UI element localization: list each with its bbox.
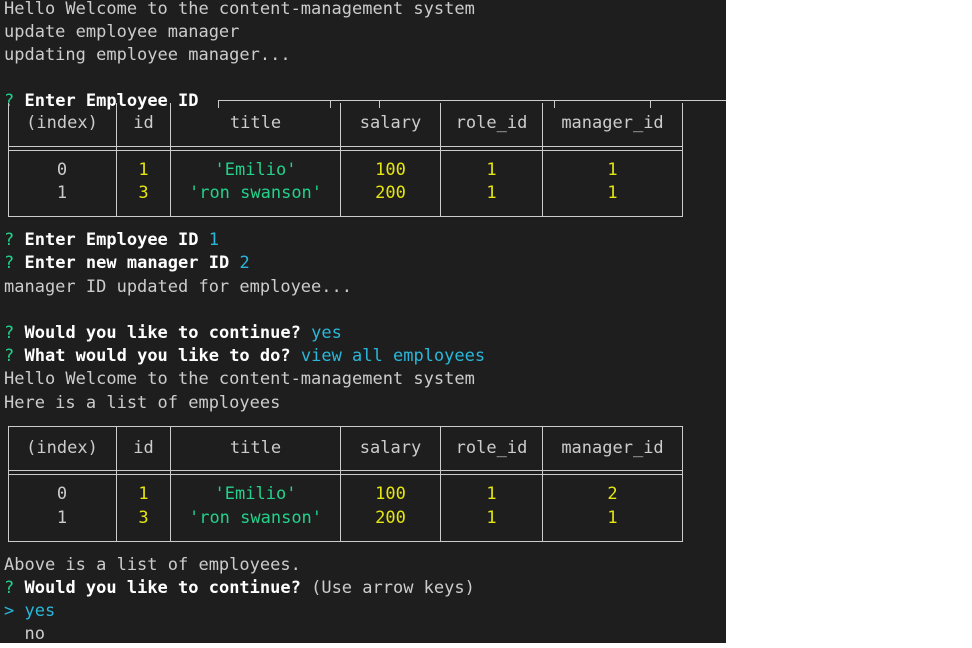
pointer-icon: > <box>4 601 15 621</box>
table-cell: 1 <box>486 183 497 203</box>
answer-manager-id: 2 <box>239 253 250 273</box>
prompt-continue: ? Would you like to continue? (Use arrow… <box>4 578 475 598</box>
table-cell: 'ron swanson' <box>188 183 323 203</box>
table-cell: 1 <box>607 508 618 528</box>
column-header-manager-id: manager_id <box>561 113 664 133</box>
table-cell: 0 <box>56 160 68 180</box>
output-line: manager ID updated for employee... <box>4 277 352 297</box>
output-line: updating employee manager... <box>4 45 291 65</box>
table-cell: 3 <box>138 508 149 528</box>
arrow-keys-hint: (Use arrow keys) <box>311 578 475 598</box>
column-header-id: id <box>133 113 154 133</box>
column-header-salary: salary <box>359 438 422 458</box>
column-header-index: (index) <box>26 113 98 133</box>
output-line: Hello Welcome to the content-management … <box>4 0 475 19</box>
table-cell: 1 <box>486 484 497 504</box>
answer-employee-id: 1 <box>208 230 219 250</box>
employee-table-before: (index) id title salary role_id manager_… <box>8 103 683 217</box>
table-cell: 1 <box>607 160 618 180</box>
column-header-title: title <box>229 113 282 133</box>
table-cell: 1 <box>56 183 68 203</box>
output-line: Hello Welcome to the content-management … <box>4 369 475 389</box>
output-line: Above is a list of employees. <box>4 555 301 575</box>
question-mark-icon: ? <box>4 323 15 343</box>
output-line: Here is a list of employees <box>4 393 281 413</box>
question-mark-icon: ? <box>4 346 15 366</box>
table-cell: 200 <box>375 508 406 528</box>
table-cell: 0 <box>56 484 68 504</box>
table-cell: 100 <box>375 160 406 180</box>
choice-no[interactable]: no <box>4 623 44 643</box>
table-cell: 1 <box>56 508 68 528</box>
output-line: update employee manager <box>4 22 240 42</box>
table-cell: 2 <box>607 484 618 504</box>
column-header-role-id: role_id <box>455 113 528 133</box>
column-header-id: id <box>133 438 154 458</box>
employee-table-after: (index) id title salary role_id manager_… <box>8 426 683 542</box>
column-header-manager-id: manager_id <box>561 438 664 458</box>
table-cell: 1 <box>607 183 618 203</box>
prompt-what-to-do: ? What would you like to do? view all em… <box>4 346 486 366</box>
table-cell: 1 <box>138 160 149 180</box>
table-cell: 100 <box>375 484 406 504</box>
column-header-index: (index) <box>26 438 98 458</box>
answer-continue: yes <box>311 323 342 343</box>
terminal-window[interactable]: Hello Welcome to the content-management … <box>0 0 726 643</box>
table-cell: 1 <box>486 160 497 180</box>
question-mark-icon: ? <box>4 253 15 273</box>
prompt-continue-answered: ? Would you like to continue? yes <box>4 323 342 343</box>
column-header-title: title <box>229 438 282 458</box>
answer-what-to-do: view all employees <box>300 346 486 366</box>
table-cell: 'ron swanson' <box>188 508 323 528</box>
table-cell: 1 <box>486 508 497 528</box>
column-header-salary: salary <box>359 113 422 133</box>
table-cell: 'Emilio' <box>214 484 297 504</box>
prompt-enter-employee-id-answered: ? Enter Employee ID 1 <box>4 230 219 250</box>
choice-yes[interactable]: > yes <box>4 600 55 623</box>
column-header-role-id: role_id <box>455 438 528 458</box>
table-cell: 200 <box>375 183 406 203</box>
question-mark-icon: ? <box>4 230 15 250</box>
prompt-new-manager-id: ? Enter new manager ID 2 <box>4 253 250 273</box>
question-mark-icon: ? <box>4 578 15 598</box>
table-cell: 1 <box>138 484 149 504</box>
table-cell: 3 <box>138 183 149 203</box>
table-cell: 'Emilio' <box>214 160 297 180</box>
